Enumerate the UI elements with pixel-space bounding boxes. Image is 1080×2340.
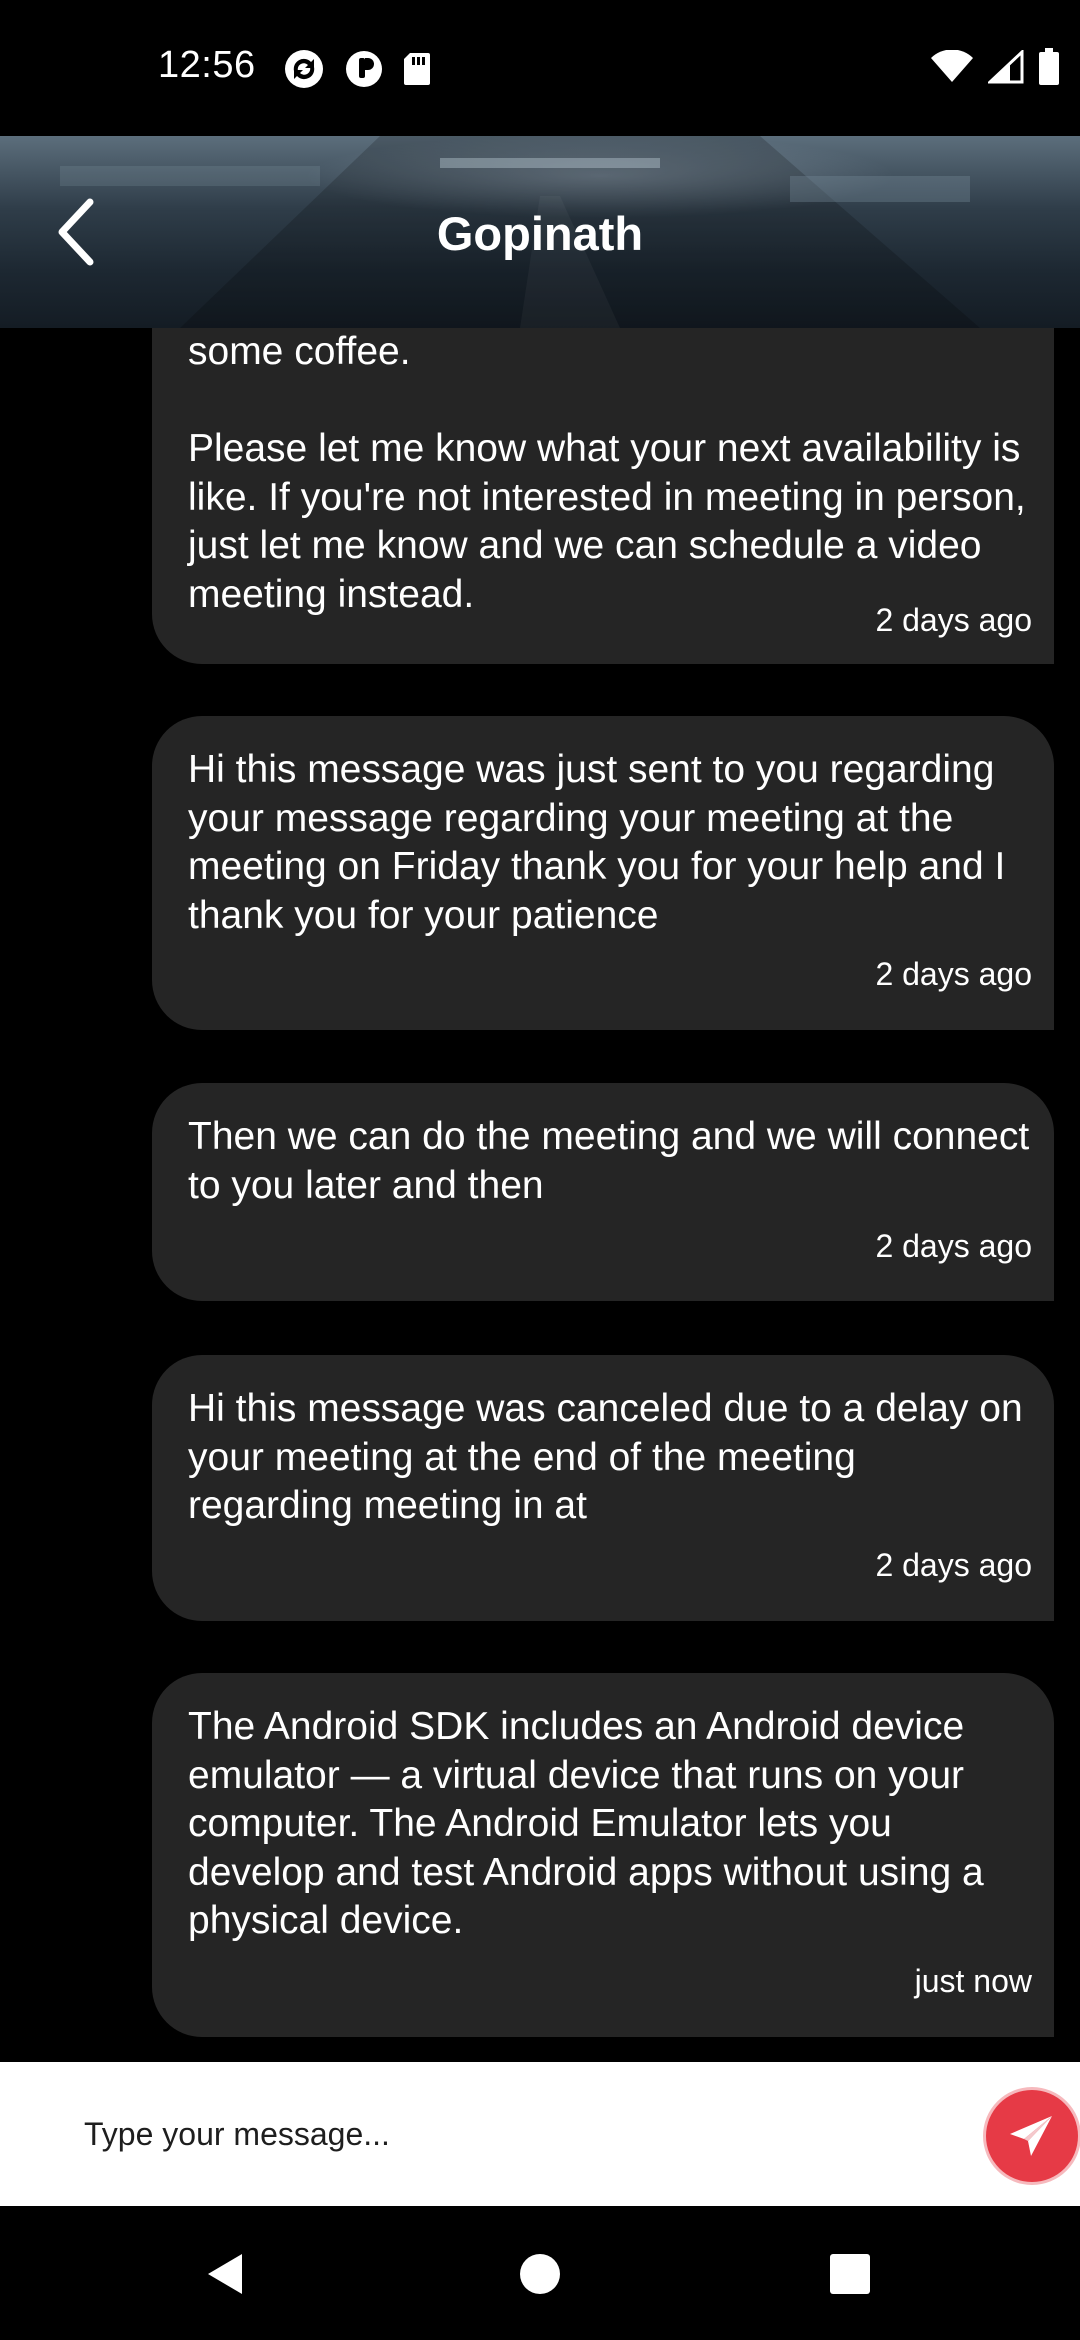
message-bubble: Then we can do the meeting and we will c…	[152, 1083, 1054, 1301]
message-text: Then we can do the meeting and we will c…	[188, 1115, 1030, 1207]
message-timestamp: 2 days ago	[875, 1547, 1032, 1583]
nav-back-icon	[208, 2254, 242, 2294]
wifi-icon	[930, 49, 974, 89]
message-timestamp: 2 days ago	[875, 602, 1032, 638]
status-time: 12:56	[158, 44, 256, 86]
status-icons-right	[930, 48, 1060, 91]
message-list[interactable]: some coffee. Please let me know what you…	[0, 328, 1080, 2062]
message-text: Hi this message was just sent to you reg…	[188, 748, 1006, 937]
status-icons-left	[282, 47, 432, 96]
signal-icon	[986, 48, 1024, 89]
message-bubble: The Android SDK includes an Android devi…	[152, 1673, 1054, 2037]
message-timestamp: 2 days ago	[875, 956, 1032, 992]
message-text: Hi this message was canceled due to a de…	[188, 1387, 1023, 1527]
message-composer	[0, 2062, 1080, 2206]
message-text: The Android SDK includes an Android devi…	[188, 1705, 984, 1942]
message-input[interactable]	[84, 2062, 964, 2206]
nav-home-button[interactable]	[508, 2242, 572, 2306]
message-timestamp: 2 days ago	[875, 1228, 1032, 1264]
nav-recents-button[interactable]	[818, 2242, 882, 2306]
data-saver-icon	[344, 49, 384, 94]
nav-home-icon	[520, 2254, 560, 2294]
nav-recents-icon	[830, 2254, 870, 2294]
nav-back-button[interactable]	[194, 2242, 258, 2306]
contact-name: Gopinath	[436, 207, 644, 260]
message-bubble: Hi this message was canceled due to a de…	[152, 1355, 1054, 1621]
message-timestamp: just now	[914, 1963, 1032, 1999]
sd-card-icon	[402, 51, 432, 92]
sync-icon	[282, 47, 326, 96]
send-button[interactable]	[986, 2090, 1078, 2182]
chat-header: Gopinath	[0, 136, 1080, 328]
message-bubble: Hi this message was just sent to you reg…	[152, 716, 1054, 1030]
system-nav-bar	[0, 2206, 1080, 2340]
battery-icon	[1038, 48, 1060, 91]
message-text: some coffee. Please let me know what you…	[188, 330, 1026, 616]
status-bar: 12:56	[0, 0, 1080, 136]
send-icon	[1010, 2116, 1052, 2156]
message-bubble: some coffee. Please let me know what you…	[152, 328, 1054, 664]
